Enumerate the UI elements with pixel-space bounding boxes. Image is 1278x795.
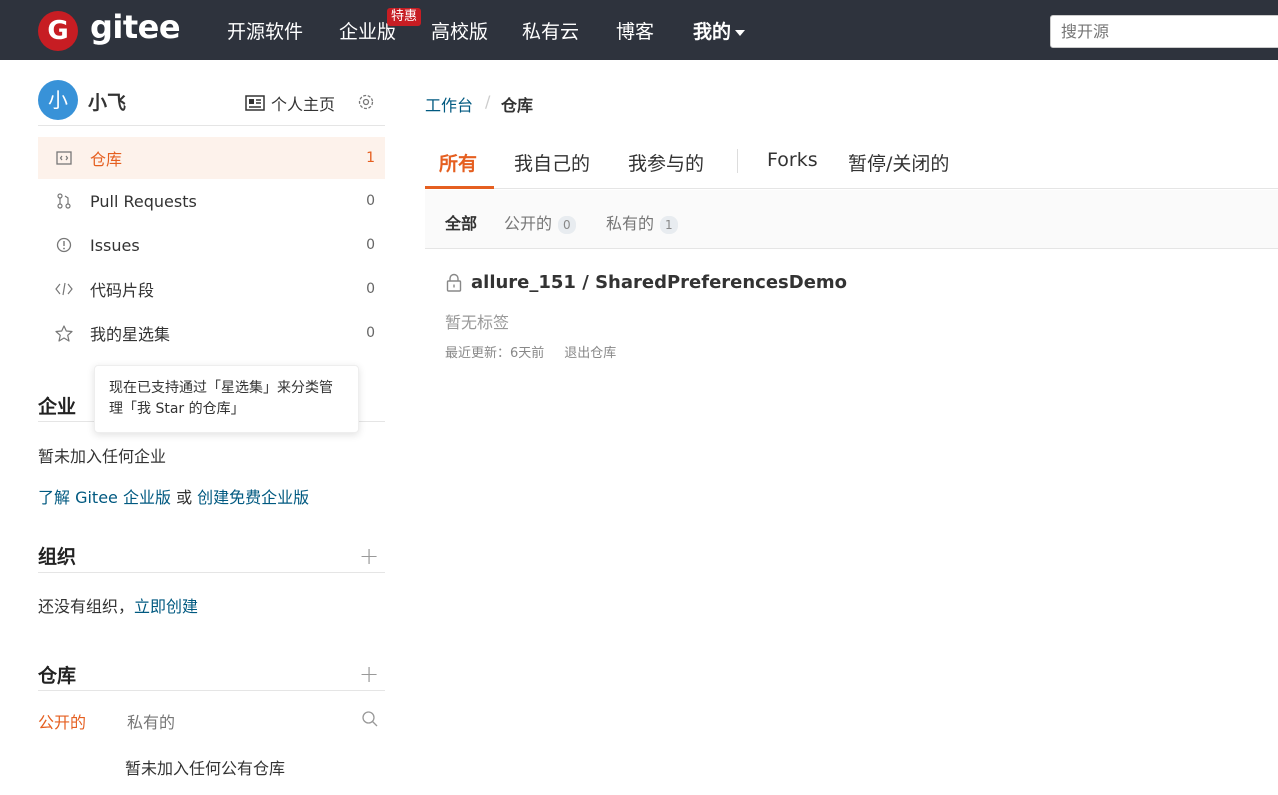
nav-mine-label: 我的	[693, 21, 732, 43]
sidebar-item-issues[interactable]: Issues 0	[38, 224, 385, 266]
org-empty-text: 还没有组织，	[38, 597, 135, 616]
brand-name[interactable]: gitee	[90, 8, 181, 46]
filter-private[interactable]: 私有的 1	[606, 210, 678, 234]
promo-badge: 特惠	[387, 8, 422, 26]
learn-enterprise-link[interactable]: 了解 Gitee 企业版	[38, 488, 171, 507]
section-title-enterprise: 企业	[38, 396, 77, 418]
top-navbar: G gitee 开源软件 企业版 特惠 高校版 私有云 博客 我的	[0, 0, 1278, 60]
pull-request-icon	[38, 193, 90, 209]
filter-label: 私有的	[606, 214, 655, 233]
filter-label: 全部	[445, 214, 478, 233]
sidebar-item-count: 0	[366, 281, 375, 297]
divider	[425, 248, 1278, 249]
gitee-logo-icon[interactable]: G	[38, 11, 78, 51]
repos-empty-text: 暂未加入任何公有仓库	[125, 759, 286, 778]
filter-label: 公开的	[504, 214, 553, 233]
repo-tab-private[interactable]: 私有的	[127, 709, 175, 733]
filter-count: 1	[660, 215, 678, 234]
repo-name-link[interactable]: allure_151 / SharedPreferencesDemo	[471, 272, 847, 293]
filter-public[interactable]: 公开的 0	[504, 210, 576, 234]
divider	[38, 572, 385, 573]
gear-icon[interactable]	[357, 93, 375, 111]
avatar[interactable]: 小	[38, 80, 78, 120]
sidebar-item-label: 我的星选集	[90, 325, 171, 344]
section-title-organization: 组织	[38, 546, 77, 568]
id-card-icon	[245, 95, 265, 111]
add-repo-icon[interactable]: +	[359, 662, 379, 686]
nav-education[interactable]: 高校版	[431, 18, 488, 46]
divider	[425, 188, 1278, 189]
divider	[38, 125, 385, 126]
sidebar-item-star-collections[interactable]: 我的星选集 0	[38, 312, 385, 354]
nav-private-cloud[interactable]: 私有云	[522, 18, 579, 46]
active-tab-indicator	[425, 186, 494, 189]
sidebar-item-label: Pull Requests	[90, 191, 197, 211]
enterprise-empty-text: 暂未加入任何企业	[38, 447, 167, 466]
repo-updated: 最近更新：6天前	[445, 346, 545, 361]
repo-tab-public[interactable]: 公开的	[38, 709, 86, 733]
breadcrumb-separator: /	[485, 92, 491, 111]
or-text: 或	[170, 488, 198, 507]
sidebar-item-label: 代码片段	[90, 281, 155, 300]
homepage-label: 个人主页	[271, 95, 336, 114]
tab-participated[interactable]: 我参与的	[628, 149, 704, 176]
tab-forks[interactable]: Forks	[767, 149, 818, 171]
search-input[interactable]	[1050, 15, 1278, 48]
nav-mine-dropdown[interactable]: 我的	[693, 18, 746, 46]
sidebar-item-count: 0	[366, 325, 375, 341]
username[interactable]: 小飞	[88, 88, 126, 115]
repo-icon	[38, 151, 90, 165]
filter-all[interactable]: 全部	[445, 210, 477, 234]
search-icon[interactable]	[361, 710, 379, 728]
divider	[38, 690, 385, 691]
repo-tags: 暂无标签	[445, 313, 510, 332]
create-org-link[interactable]: 立即创建	[134, 597, 198, 616]
repo-meta: 最近更新：6天前 退出仓库	[445, 342, 616, 361]
repo-item: allure_151 / SharedPreferencesDemo	[445, 272, 847, 293]
add-organization-icon[interactable]: +	[359, 544, 379, 568]
sidebar-item-count: 1	[366, 150, 375, 166]
create-enterprise-link[interactable]: 创建免费企业版	[197, 488, 309, 507]
nav-blog[interactable]: 博客	[616, 18, 654, 46]
homepage-link[interactable]: 个人主页	[245, 91, 335, 115]
lock-icon	[446, 273, 462, 292]
org-empty: 还没有组织，立即创建	[38, 593, 198, 617]
tab-separator	[737, 149, 738, 173]
tab-paused-closed[interactable]: 暂停/关闭的	[848, 149, 949, 176]
star-collection-tooltip: 现在已支持通过「星选集」来分类管理「我 Star 的仓库」	[94, 365, 359, 433]
sidebar-item-label: Issues	[90, 235, 140, 255]
sidebar-item-label: 仓库	[90, 150, 123, 169]
sidebar-item-code-snippets[interactable]: 代码片段 0	[38, 268, 385, 310]
tab-all[interactable]: 所有	[439, 149, 477, 176]
caret-down-icon	[735, 29, 746, 36]
tab-mine[interactable]: 我自己的	[514, 149, 590, 176]
star-icon	[38, 324, 90, 342]
sidebar-item-pull-requests[interactable]: Pull Requests 0	[38, 180, 385, 222]
nav-open-source[interactable]: 开源软件	[227, 18, 303, 46]
sidebar-item-repos[interactable]: 仓库 1	[38, 137, 385, 179]
sidebar-item-count: 0	[366, 193, 375, 209]
filter-count: 0	[558, 215, 576, 234]
breadcrumb-workbench[interactable]: 工作台	[425, 92, 473, 116]
quit-repo-link[interactable]: 退出仓库	[564, 346, 616, 361]
enterprise-links: 了解 Gitee 企业版 或 创建免费企业版	[38, 484, 309, 508]
issue-icon	[38, 237, 90, 253]
code-icon	[38, 282, 90, 296]
sidebar-item-count: 0	[366, 237, 375, 253]
breadcrumb-current: 仓库	[501, 96, 534, 115]
section-title-repos: 仓库	[38, 665, 77, 687]
